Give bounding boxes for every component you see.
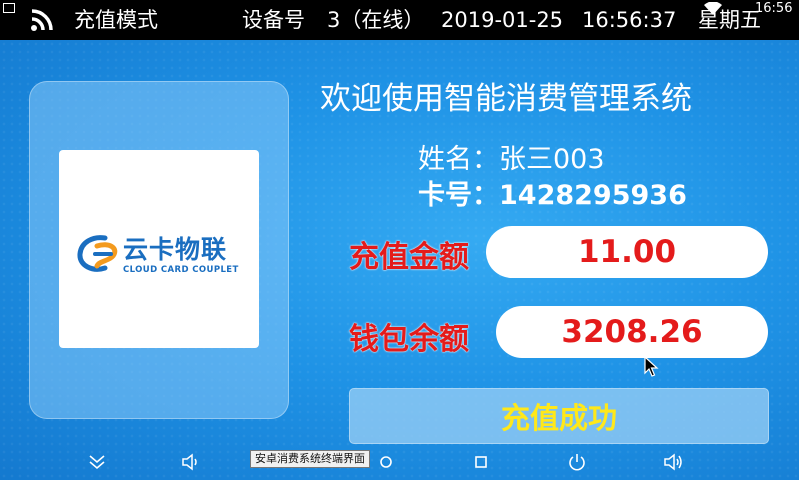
logo-text-en: CLOUD CARD COUPLET: [123, 265, 239, 275]
home-icon[interactable]: [376, 452, 396, 472]
user-name: 姓名：张三003: [418, 144, 605, 175]
mouse-cursor-icon: [644, 356, 659, 377]
tooltip: 安卓消费系统终端界面: [250, 450, 370, 468]
time-text: 16:56:37: [582, 8, 677, 32]
recents-icon[interactable]: [471, 452, 491, 472]
recharge-amount-label: 充值金额: [349, 240, 469, 275]
cloud-card-logo-icon: [77, 235, 118, 272]
chevron-down-icon[interactable]: [87, 452, 107, 472]
recharge-success-button[interactable]: 充值成功: [349, 388, 769, 444]
mode-label: 充值模式: [74, 8, 158, 32]
power-icon[interactable]: [567, 452, 587, 472]
status-bar: 充值模式 设备号 3（在线） 2019-01-25 16:56:37 星期五 1…: [0, 0, 799, 40]
wifi-icon: [704, 2, 722, 15]
recharge-amount-value: 11.00: [486, 226, 768, 278]
date-text: 2019-01-25: [441, 8, 564, 32]
system-clock: 16:56: [755, 1, 793, 16]
volume-up-icon[interactable]: [663, 452, 683, 472]
device-number: 3（在线）: [327, 8, 425, 32]
welcome-title: 欢迎使用智能消费管理系统: [320, 81, 692, 117]
rss-signal-icon: [31, 9, 53, 31]
wallet-balance-value: 3208.26: [496, 306, 768, 358]
card-number: 卡号：1428295936: [418, 180, 687, 211]
volume-down-icon[interactable]: [181, 452, 201, 472]
device-label: 设备号: [242, 8, 305, 32]
wallet-balance-label: 钱包余额: [349, 322, 469, 357]
logo-text-cn: 云卡物联: [123, 235, 228, 264]
window-icon: [3, 3, 15, 13]
logo-card: 云卡物联 CLOUD CARD COUPLET: [59, 150, 259, 348]
